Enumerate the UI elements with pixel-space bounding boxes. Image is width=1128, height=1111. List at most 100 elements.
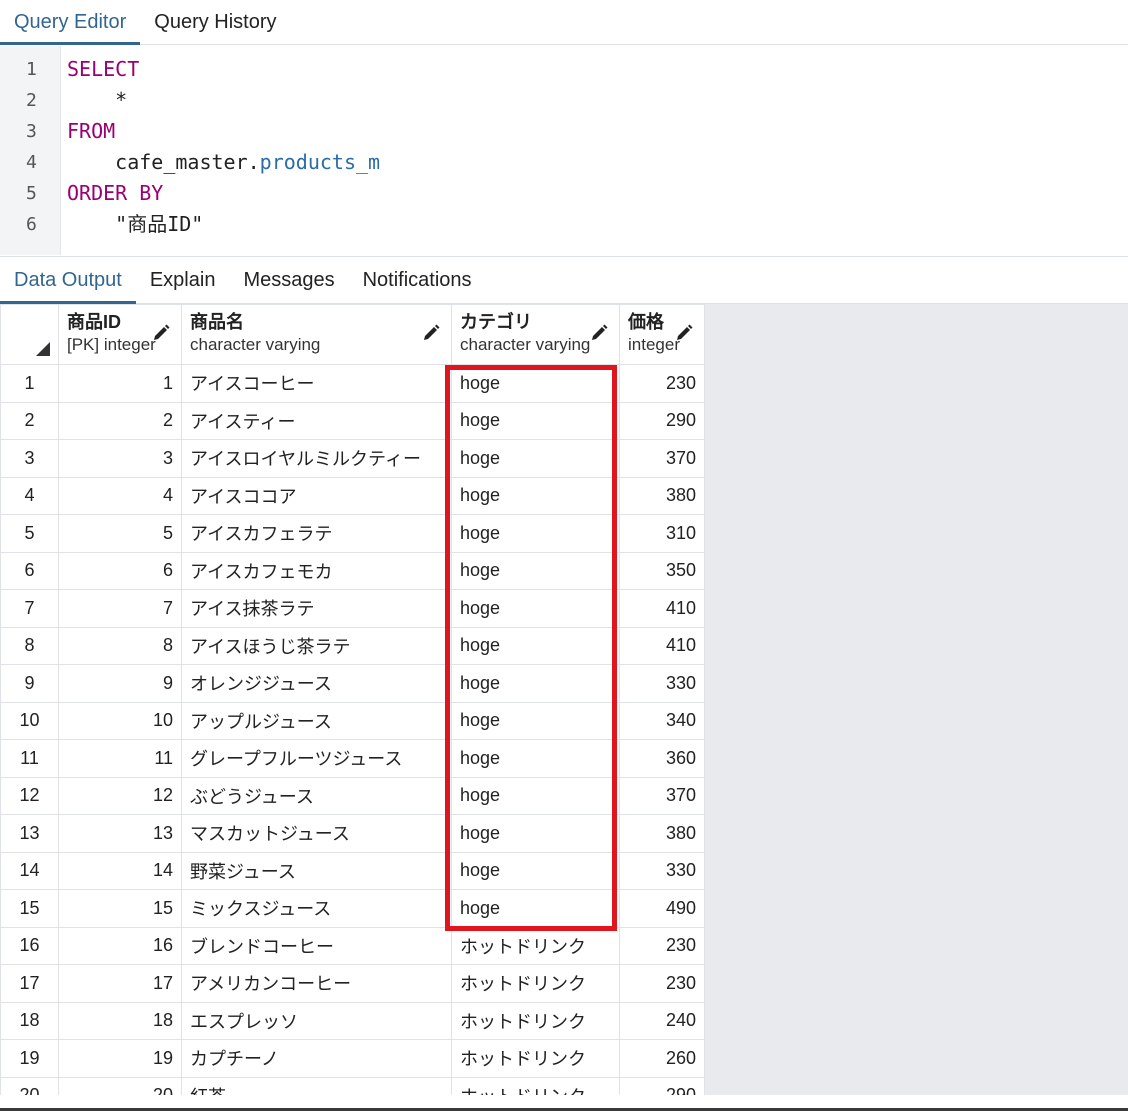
table-row[interactable]: 2 2 アイスティー hoge 290: [0, 401, 705, 440]
category-cell[interactable]: ホットドリンク: [451, 964, 620, 1003]
table-row[interactable]: 17 17 アメリカンコーヒー ホットドリンク 230: [0, 964, 705, 1003]
table-row[interactable]: 10 10 アップルジュース hoge 340: [0, 701, 705, 740]
row-number-cell[interactable]: 8: [0, 626, 59, 665]
row-number-cell[interactable]: 1: [0, 364, 59, 403]
product-id-cell[interactable]: 16: [58, 926, 182, 965]
product-id-cell[interactable]: 17: [58, 964, 182, 1003]
row-number-cell[interactable]: 20: [0, 1076, 59, 1095]
product-name-cell[interactable]: ミックスジュース: [181, 889, 452, 928]
table-row[interactable]: 19 19 カプチーノ ホットドリンク 260: [0, 1039, 705, 1078]
product-name-cell[interactable]: アイスカフェラテ: [181, 514, 452, 553]
product-id-cell[interactable]: 19: [58, 1039, 182, 1078]
table-row[interactable]: 13 13 マスカットジュース hoge 380: [0, 814, 705, 853]
column-header-price[interactable]: 価格 integer: [619, 304, 705, 365]
tab-notifications[interactable]: Notifications: [349, 257, 486, 303]
category-cell[interactable]: hoge: [451, 776, 620, 815]
price-cell[interactable]: 330: [619, 851, 705, 890]
tab-explain[interactable]: Explain: [136, 257, 230, 303]
row-number-cell[interactable]: 18: [0, 1001, 59, 1040]
price-cell[interactable]: 230: [619, 964, 705, 1003]
row-number-cell[interactable]: 9: [0, 664, 59, 703]
tab-data-output[interactable]: Data Output: [0, 257, 136, 304]
price-cell[interactable]: 340: [619, 701, 705, 740]
category-cell[interactable]: ホットドリンク: [451, 926, 620, 965]
tab-query-history[interactable]: Query History: [140, 0, 290, 44]
category-cell[interactable]: hoge: [451, 664, 620, 703]
product-id-cell[interactable]: 12: [58, 776, 182, 815]
row-number-cell[interactable]: 3: [0, 439, 59, 478]
product-name-cell[interactable]: グレープフルーツジュース: [181, 739, 452, 778]
category-cell[interactable]: hoge: [451, 589, 620, 628]
table-row[interactable]: 15 15 ミックスジュース hoge 490: [0, 889, 705, 928]
row-number-cell[interactable]: 2: [0, 401, 59, 440]
column-header-category[interactable]: カテゴリ character varying: [451, 304, 620, 365]
row-number-cell[interactable]: 19: [0, 1039, 59, 1078]
category-cell[interactable]: hoge: [451, 401, 620, 440]
product-id-cell[interactable]: 13: [58, 814, 182, 853]
price-cell[interactable]: 380: [619, 814, 705, 853]
category-cell[interactable]: hoge: [451, 551, 620, 590]
product-name-cell[interactable]: アイスココア: [181, 476, 452, 515]
table-row[interactable]: 3 3 アイスロイヤルミルクティー hoge 370: [0, 439, 705, 478]
product-id-cell[interactable]: 2: [58, 401, 182, 440]
table-row[interactable]: 5 5 アイスカフェラテ hoge 310: [0, 514, 705, 553]
product-id-cell[interactable]: 7: [58, 589, 182, 628]
product-name-cell[interactable]: 野菜ジュース: [181, 851, 452, 890]
price-cell[interactable]: 490: [619, 889, 705, 928]
table-row[interactable]: 14 14 野菜ジュース hoge 330: [0, 851, 705, 890]
select-all-corner[interactable]: [0, 304, 59, 365]
product-name-cell[interactable]: アイスロイヤルミルクティー: [181, 439, 452, 478]
product-name-cell[interactable]: アメリカンコーヒー: [181, 964, 452, 1003]
category-cell[interactable]: hoge: [451, 739, 620, 778]
edit-pencil-icon[interactable]: [421, 323, 441, 343]
row-number-cell[interactable]: 17: [0, 964, 59, 1003]
table-row[interactable]: 1 1 アイスコーヒー hoge 230: [0, 364, 705, 403]
category-cell[interactable]: ホットドリンク: [451, 1076, 620, 1095]
product-name-cell[interactable]: アップルジュース: [181, 701, 452, 740]
row-number-cell[interactable]: 12: [0, 776, 59, 815]
product-id-cell[interactable]: 6: [58, 551, 182, 590]
category-cell[interactable]: hoge: [451, 439, 620, 478]
table-row[interactable]: 4 4 アイスココア hoge 380: [0, 476, 705, 515]
price-cell[interactable]: 350: [619, 551, 705, 590]
price-cell[interactable]: 370: [619, 776, 705, 815]
row-number-cell[interactable]: 15: [0, 889, 59, 928]
price-cell[interactable]: 380: [619, 476, 705, 515]
category-cell[interactable]: hoge: [451, 364, 620, 403]
sql-editor[interactable]: 1 2 3 4 5 6 SELECT * FROM cafe_master.pr…: [0, 46, 1128, 255]
table-row[interactable]: 6 6 アイスカフェモカ hoge 350: [0, 551, 705, 590]
price-cell[interactable]: 290: [619, 401, 705, 440]
row-number-cell[interactable]: 11: [0, 739, 59, 778]
product-id-cell[interactable]: 8: [58, 626, 182, 665]
product-name-cell[interactable]: アイスほうじ茶ラテ: [181, 626, 452, 665]
product-id-cell[interactable]: 1: [58, 364, 182, 403]
row-number-cell[interactable]: 14: [0, 851, 59, 890]
product-id-cell[interactable]: 15: [58, 889, 182, 928]
tab-query-editor[interactable]: Query Editor: [0, 0, 141, 45]
price-cell[interactable]: 290: [619, 1076, 705, 1095]
edit-pencil-icon[interactable]: [674, 323, 694, 343]
category-cell[interactable]: hoge: [451, 476, 620, 515]
row-number-cell[interactable]: 10: [0, 701, 59, 740]
row-number-cell[interactable]: 16: [0, 926, 59, 965]
row-number-cell[interactable]: 5: [0, 514, 59, 553]
product-name-cell[interactable]: ぶどうジュース: [181, 776, 452, 815]
row-number-cell[interactable]: 13: [0, 814, 59, 853]
product-id-cell[interactable]: 11: [58, 739, 182, 778]
row-number-cell[interactable]: 6: [0, 551, 59, 590]
table-row[interactable]: 2020紅茶ホットドリンク290: [0, 1076, 705, 1095]
price-cell[interactable]: 410: [619, 626, 705, 665]
code-area[interactable]: SELECT * FROM cafe_master.products_m ORD…: [61, 46, 1128, 255]
category-cell[interactable]: hoge: [451, 626, 620, 665]
table-row[interactable]: 18 18 エスプレッソ ホットドリンク 240: [0, 1001, 705, 1040]
column-header-name[interactable]: 商品名 character varying: [181, 304, 452, 365]
product-name-cell[interactable]: アイスコーヒー: [181, 364, 452, 403]
table-row[interactable]: 11 11 グレープフルーツジュース hoge 360: [0, 739, 705, 778]
table-row[interactable]: 12 12 ぶどうジュース hoge 370: [0, 776, 705, 815]
price-cell[interactable]: 230: [619, 364, 705, 403]
table-row[interactable]: 8 8 アイスほうじ茶ラテ hoge 410: [0, 626, 705, 665]
product-name-cell[interactable]: アイスカフェモカ: [181, 551, 452, 590]
product-name-cell[interactable]: 紅茶: [181, 1076, 452, 1095]
price-cell[interactable]: 330: [619, 664, 705, 703]
product-id-cell[interactable]: 4: [58, 476, 182, 515]
